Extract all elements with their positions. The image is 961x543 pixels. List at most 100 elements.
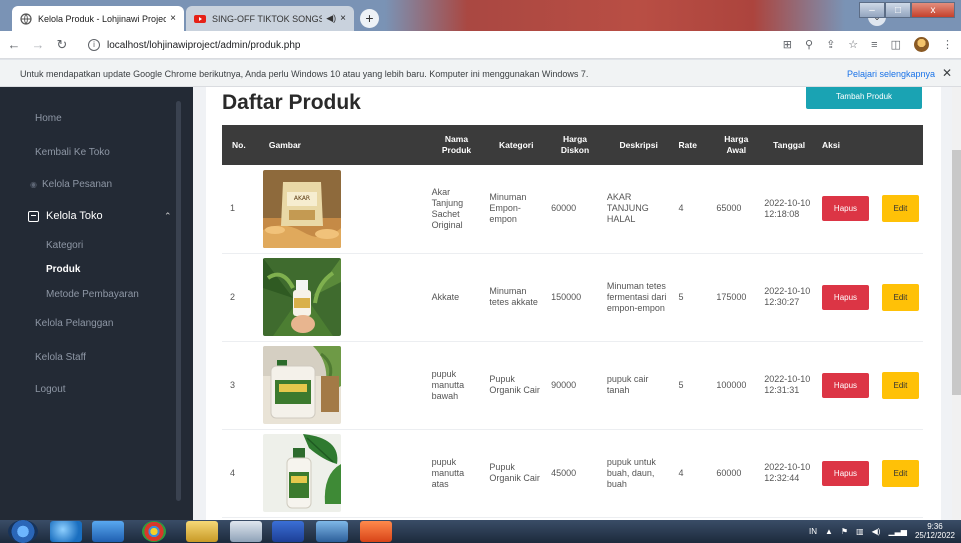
cell-rate: 5 bbox=[674, 341, 713, 430]
clock[interactable]: 9:36 25/12/2022 bbox=[915, 522, 955, 540]
delete-button[interactable]: Hapus bbox=[821, 372, 869, 398]
minimize-button[interactable]: – bbox=[859, 2, 885, 18]
svg-text:AKAR: AKAR bbox=[294, 195, 310, 202]
sidebar-item-metode-pembayaran[interactable]: Metode Pembayaran bbox=[46, 289, 139, 300]
sidebar-item-kelola-pesanan[interactable]: ◉ Kelola Pesanan bbox=[30, 179, 112, 190]
menu-kebab-icon[interactable]: ⋮ bbox=[942, 38, 953, 51]
clock-time: 9:36 bbox=[927, 522, 943, 531]
cell-hapus: Hapus bbox=[817, 253, 878, 342]
add-product-button[interactable]: Tambah Produk bbox=[806, 87, 922, 109]
cell-harga-diskon: 150000 bbox=[547, 253, 603, 342]
product-image-akkate[interactable] bbox=[262, 258, 341, 336]
header-harga-awal: Harga Awal bbox=[712, 125, 761, 165]
sidebar-item-logout[interactable]: Logout bbox=[35, 384, 66, 395]
show-hidden-icons-icon[interactable]: ▲ bbox=[825, 527, 833, 536]
app-icon[interactable] bbox=[316, 521, 348, 542]
cell-deskripsi: pupuk untuk buah, daun, buah bbox=[602, 429, 675, 518]
flag-icon[interactable]: ⚑ bbox=[841, 527, 848, 536]
close-window-button[interactable]: x bbox=[911, 2, 955, 18]
media-player-icon[interactable] bbox=[92, 521, 124, 542]
address-bar[interactable]: i localhost/lohjinawiproject/admin/produ… bbox=[88, 35, 300, 55]
header-tanggal: Tanggal bbox=[760, 125, 818, 165]
cell-rate: 4 bbox=[674, 165, 713, 254]
reload-icon[interactable]: ↻ bbox=[52, 37, 72, 53]
cell-gambar bbox=[258, 253, 428, 342]
sidebar-item-home[interactable]: Home bbox=[35, 113, 62, 124]
start-button[interactable] bbox=[8, 520, 38, 543]
cell-rate: 4 bbox=[674, 429, 713, 518]
tab-close-icon[interactable]: × bbox=[170, 13, 176, 24]
product-image-pupuk-manutta-bawah[interactable] bbox=[262, 346, 341, 424]
volume-icon[interactable]: ◀) bbox=[872, 527, 881, 536]
site-info-icon[interactable]: i bbox=[88, 39, 100, 51]
sidebar-scrollbar[interactable] bbox=[176, 101, 181, 501]
edit-button[interactable]: Edit bbox=[881, 195, 919, 223]
delete-button[interactable]: Hapus bbox=[821, 196, 869, 222]
word-icon[interactable] bbox=[272, 521, 304, 542]
table-row: 4 pupuk manutta atas Pupuk Organik Cair … bbox=[222, 429, 923, 518]
file-explorer-icon[interactable] bbox=[186, 521, 218, 542]
cell-harga-diskon: 60000 bbox=[547, 165, 603, 254]
sidebar-item-kelola-toko[interactable]: Kelola Toko ⌃ bbox=[28, 210, 172, 222]
speaker-icon[interactable]: ◀) bbox=[326, 13, 336, 24]
chrome-icon[interactable] bbox=[142, 521, 166, 542]
sidebar-item-kategori[interactable]: Kategori bbox=[46, 240, 83, 251]
zoom-icon[interactable]: ⚲ bbox=[805, 38, 813, 51]
cell-nama-produk: Akkate bbox=[427, 253, 486, 342]
bookmark-star-icon[interactable]: ☆ bbox=[848, 38, 858, 51]
youtube-icon bbox=[194, 14, 206, 23]
edit-button[interactable]: Edit bbox=[881, 283, 919, 311]
tab-kelola-produk[interactable]: Kelola Produk - Lohjinawi Project × bbox=[12, 6, 184, 31]
browser-titlebar: Kelola Produk - Lohjinawi Project × SING… bbox=[0, 0, 961, 31]
cell-edit: Edit bbox=[877, 341, 923, 430]
forward-arrow-icon[interactable]: → bbox=[28, 37, 48, 52]
window-controls: – □ x bbox=[859, 2, 955, 18]
cell-tanggal: 2022-10-10 12:30:27 bbox=[760, 253, 818, 342]
sidebar-item-produk[interactable]: Produk bbox=[46, 264, 80, 275]
eye-icon: ◉ bbox=[30, 180, 37, 189]
cell-harga-awal: 60000 bbox=[712, 429, 761, 518]
delete-button[interactable]: Hapus bbox=[821, 284, 869, 310]
back-arrow-icon[interactable]: ← bbox=[4, 37, 24, 52]
cell-rate: 5 bbox=[674, 253, 713, 342]
share-icon[interactable]: ⇪ bbox=[826, 38, 835, 51]
internet-explorer-icon[interactable] bbox=[50, 521, 82, 542]
main-content: Daftar Produk Tambah Produk No. Gambar N… bbox=[193, 87, 953, 520]
translate-icon[interactable]: ⊞ bbox=[783, 38, 792, 51]
cell-no: 2 bbox=[222, 253, 259, 342]
store-icon bbox=[28, 210, 39, 222]
header-no: No. bbox=[222, 125, 259, 165]
sidebar-item-kelola-pelanggan[interactable]: Kelola Pelanggan bbox=[35, 318, 113, 329]
xampp-icon[interactable] bbox=[360, 521, 392, 542]
signal-icon[interactable]: ▁▃▅ bbox=[888, 527, 906, 536]
admin-sidebar: Home Kembali Ke Toko ◉ Kelola Pesanan Kel… bbox=[0, 87, 193, 520]
network-status-icon[interactable]: ▥ bbox=[856, 527, 864, 536]
globe-icon bbox=[20, 12, 32, 25]
network-icon[interactable] bbox=[230, 521, 262, 542]
side-panel-icon[interactable]: ◫ bbox=[891, 38, 901, 51]
sidebar-item-kembali-ke-toko[interactable]: Kembali Ke Toko bbox=[35, 147, 110, 158]
table-row: 3 pupuk manutta bawah Pupuk Organik Cair… bbox=[222, 341, 923, 430]
tab-tiktok-songs[interactable]: SING-OFF TIKTOK SONGS PA ◀) × bbox=[186, 6, 354, 31]
maximize-button[interactable]: □ bbox=[885, 2, 911, 18]
edit-button[interactable]: Edit bbox=[881, 459, 919, 487]
tab-title: Kelola Produk - Lohjinawi Project bbox=[38, 13, 167, 24]
product-image-pupuk-manutta-atas[interactable] bbox=[262, 434, 341, 512]
table-row: 2 Akkate Minuman tetes akkate 150000 Min… bbox=[222, 253, 923, 342]
language-indicator[interactable]: IN bbox=[809, 527, 817, 536]
page-scrollbar-thumb[interactable] bbox=[952, 150, 961, 395]
reading-list-icon[interactable]: ≡ bbox=[871, 39, 877, 51]
sidebar-item-kelola-staff[interactable]: Kelola Staff bbox=[35, 352, 86, 363]
delete-button[interactable]: Hapus bbox=[821, 460, 869, 486]
profile-avatar-icon[interactable] bbox=[914, 37, 929, 52]
product-image-akar-tanjung[interactable]: AKAR bbox=[262, 169, 341, 248]
tab-close-icon[interactable]: × bbox=[340, 13, 346, 24]
infobar-close-icon[interactable]: ✕ bbox=[942, 66, 952, 80]
new-tab-button[interactable]: + bbox=[360, 9, 379, 28]
edit-button[interactable]: Edit bbox=[881, 371, 919, 399]
toolbar-icons: ⊞ ⚲ ⇪ ☆ ≡ ◫ ⋮ bbox=[783, 37, 953, 52]
learn-more-link[interactable]: Pelajari selengkapnya bbox=[847, 69, 935, 79]
product-card: Daftar Produk Tambah Produk No. Gambar N… bbox=[206, 87, 941, 520]
cell-gambar bbox=[258, 429, 428, 518]
cell-tanggal: 2022-10-10 12:31:31 bbox=[760, 341, 818, 430]
